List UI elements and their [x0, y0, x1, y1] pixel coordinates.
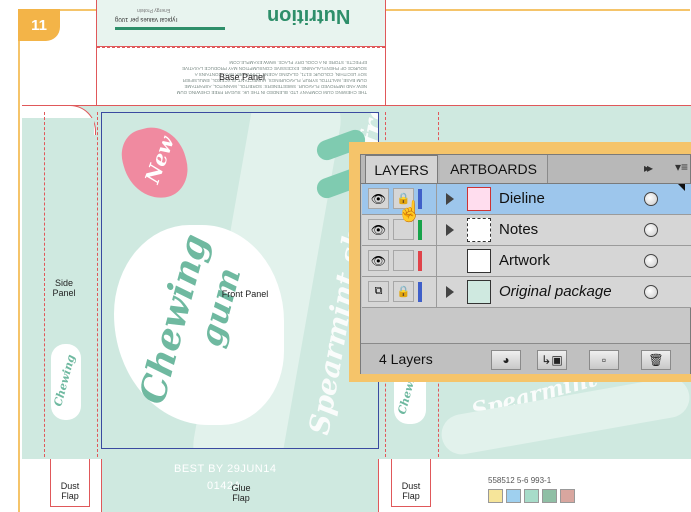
layer-name[interactable]: Notes	[499, 221, 538, 238]
glue-flap: BEST BY 29JUN14 0142A Glue Flap	[101, 459, 379, 512]
layer-thumbnail	[467, 187, 491, 211]
trash-icon: 🗑	[648, 353, 664, 367]
nutrition-panel: Nutrition Typical Values per 100g Energy…	[96, 0, 386, 47]
panel-divider	[436, 184, 437, 214]
dust-flap-left: Dust Flap	[50, 459, 90, 507]
panel-footer: 4 Layers ◕ ↳▣ ▫ 🗑	[361, 343, 690, 374]
base-copy-line: NEW AND IMPROVED FLAVOUR. SWEETENERS: SO…	[184, 84, 367, 89]
glue-flap-label: Glue Flap	[231, 483, 251, 503]
panel-divider	[436, 277, 437, 307]
delete-layer-button[interactable]: 🗑	[641, 350, 671, 370]
swatch	[560, 489, 575, 503]
target-icon[interactable]	[644, 254, 658, 268]
eye-icon: 👁	[370, 222, 387, 237]
new-badge-text: New	[139, 132, 179, 187]
layers-panel: LAYERS ARTBOARDS ▸▸ ▾≡ 👁 🔒 Dieline 👁 Not…	[360, 154, 691, 374]
tab-artboards[interactable]: ARTBOARDS	[440, 155, 548, 183]
visibility-toggle[interactable]: 👁	[368, 250, 389, 271]
dust-flap-left-label: Dust Flap	[60, 481, 80, 501]
selection-indicator	[678, 184, 685, 191]
nutrition-header-bar	[115, 27, 225, 30]
visibility-toggle[interactable]: 👁	[368, 219, 389, 240]
tab-layers[interactable]: LAYERS	[365, 155, 438, 183]
nutrition-subtitle: Typical Values per 100g	[115, 16, 179, 22]
hand-cursor-icon: ☝	[397, 201, 422, 223]
layer-count: 4 Layers	[379, 351, 433, 367]
base-copy-line: THE CHEWING GUM COMPANY LTD. BLENDED IN …	[176, 90, 367, 95]
new-badge: New	[115, 120, 195, 206]
layer-name[interactable]: Dieline	[499, 190, 545, 207]
side-mini-brand: Chewing	[51, 353, 78, 408]
base-panel-label: Base Panel	[218, 72, 266, 82]
target-icon[interactable]	[644, 285, 658, 299]
layer-row-artwork[interactable]: 👁 Artwork	[362, 246, 691, 277]
swatch	[542, 489, 557, 503]
panel-menu-button[interactable]: ▾≡	[675, 160, 688, 174]
base-copy-line: SOURCE OF PHENYLALANINE. EXCESSIVE CONSU…	[181, 66, 367, 71]
front-panel: Spearmint shugar free New Chewing gum Fr…	[101, 112, 379, 449]
color-swatches	[488, 489, 575, 503]
side-panel-label: Side Panel	[52, 278, 76, 298]
layer-name[interactable]: Original package	[499, 283, 612, 300]
lock-toggle[interactable]: 🔒	[393, 281, 414, 302]
template-visibility-toggle[interactable]: ⧉	[368, 281, 389, 302]
side-panel-left: Spearmint shugar free Side Panel Chewing	[44, 112, 123, 457]
layer-thumbnail	[467, 280, 491, 304]
nutrition-title: Nutrition	[267, 5, 351, 27]
layer-thumbnail	[467, 218, 491, 242]
create-sublayer-button[interactable]: ▫	[589, 350, 619, 370]
target-icon[interactable]	[644, 192, 658, 206]
eye-icon: 👁	[370, 191, 387, 206]
locate-object-button[interactable]: ◕	[491, 350, 521, 370]
make-clipping-mask-button[interactable]: ↳▣	[537, 350, 567, 370]
target-icon[interactable]	[644, 223, 658, 237]
best-by-text: BEST BY 29JUN14	[174, 463, 277, 475]
swatch-codes: 558512 5-6 993-1	[488, 476, 552, 485]
front-panel-label: Front Panel	[221, 289, 269, 299]
make-clipping-mask-icon: ↳▣	[541, 353, 563, 367]
base-panel: THE CHEWING GUM COMPANY LTD. BLENDED IN …	[96, 47, 386, 105]
panel-divider	[436, 246, 437, 276]
layer-name[interactable]: Artwork	[499, 252, 550, 269]
panel-divider	[436, 215, 437, 245]
template-icon: ⧉	[374, 285, 383, 297]
layer-row-original-package[interactable]: ⧉ 🔒 Original package	[362, 277, 691, 308]
side-mini-logo: Chewing	[51, 344, 81, 420]
locate-object-icon: ◕	[502, 353, 510, 367]
base-copy-line: EFFECTS. STORE IN A COOL DRY PLACE. WWW.…	[229, 60, 367, 65]
visibility-toggle[interactable]: 👁	[368, 188, 389, 209]
expand-arrow-icon[interactable]	[446, 286, 454, 298]
swatch	[524, 489, 539, 503]
swatch	[488, 489, 503, 503]
expand-arrow-icon[interactable]	[446, 193, 454, 205]
layer-thumbnail	[467, 249, 491, 273]
eye-icon: 👁	[370, 253, 387, 268]
nutrition-subtitle-2: Energy Protein	[137, 7, 171, 13]
create-sublayer-icon: ▫	[601, 353, 607, 367]
lock-toggle[interactable]	[393, 250, 414, 271]
expand-arrow-icon[interactable]	[446, 224, 454, 236]
swatch	[506, 489, 521, 503]
lock-icon: 🔒	[396, 286, 411, 298]
panel-collapse-button[interactable]: ▸▸	[644, 161, 653, 175]
dust-flap-right: Dust Flap	[391, 459, 431, 507]
base-panel-divider	[97, 47, 385, 48]
layer-color-swatch	[418, 282, 422, 302]
layer-color-swatch	[418, 251, 422, 271]
dust-flap-right-label: Dust Flap	[401, 481, 421, 501]
